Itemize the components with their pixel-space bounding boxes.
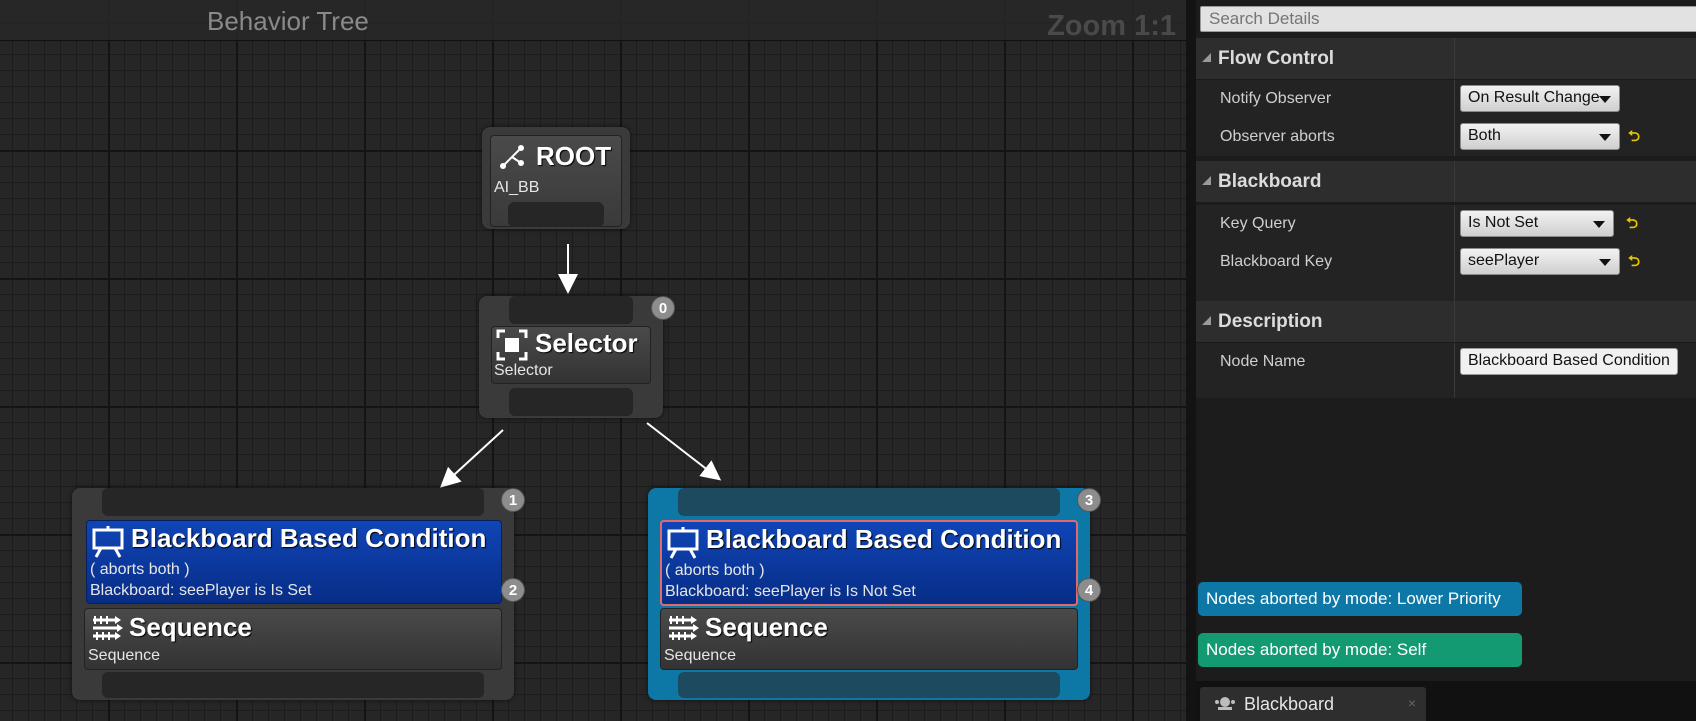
- left-sequence-title: Sequence: [129, 612, 252, 642]
- blackboard-key-value: seePlayer: [1468, 252, 1540, 269]
- root-output-pin[interactable]: [508, 202, 604, 227]
- root-title: ROOT: [536, 141, 612, 171]
- selector-input-pin[interactable]: [509, 296, 633, 324]
- key-query-value: Is Not Set: [1468, 214, 1539, 231]
- root-subtitle: AI_BB: [494, 179, 540, 196]
- selector-index-badge: 0: [651, 296, 675, 320]
- left-index-badge: 1: [501, 488, 525, 512]
- chevron-down-icon: [1599, 259, 1611, 266]
- blackboard-key-label: Blackboard Key: [1220, 253, 1333, 270]
- category-blackboard-label: Blackboard: [1218, 171, 1322, 192]
- sequence-icon: [93, 616, 123, 640]
- tab-bar: Blackboard ×: [1196, 681, 1696, 721]
- details-panel: Flow Control Notify Observer On Result C…: [1196, 0, 1696, 721]
- column-divider: [1454, 343, 1455, 398]
- right-decorator-condition: Blackboard: seePlayer is Is Not Set: [665, 583, 916, 600]
- left-branch-node[interactable]: Blackboard Based Condition ( aborts both…: [72, 488, 514, 700]
- selector-subtitle: Selector: [494, 362, 553, 379]
- reset-to-default-icon[interactable]: ⮌: [1628, 251, 1640, 276]
- right-index-badge: 3: [1077, 488, 1101, 512]
- right-sequence-subtitle: Sequence: [664, 647, 737, 664]
- search-details-input[interactable]: [1200, 6, 1696, 32]
- tab-blackboard-label: Blackboard: [1244, 694, 1335, 714]
- right-branch-node[interactable]: Blackboard Based Condition ( aborts both…: [648, 488, 1090, 700]
- blackboard-icon: [667, 527, 699, 559]
- tab-blackboard[interactable]: Blackboard ×: [1200, 687, 1426, 721]
- legend-lower-priority: Nodes aborted by mode: Lower Priority: [1198, 582, 1522, 616]
- selector-icon: [496, 329, 528, 361]
- chevron-down-icon: [1593, 221, 1605, 228]
- collapse-arrow-icon[interactable]: [1202, 316, 1211, 325]
- left-decorator-aborts: ( aborts both ): [90, 561, 190, 578]
- left-sequence[interactable]: Sequence Sequence: [84, 608, 502, 670]
- observer-aborts-dropdown[interactable]: Both: [1460, 123, 1620, 150]
- chevron-down-icon: [1599, 96, 1611, 103]
- chevron-down-icon: [1599, 134, 1611, 141]
- column-divider: [1454, 301, 1455, 342]
- row-blackboard-key: Blackboard Key seePlayer ⮌: [1196, 243, 1696, 281]
- node-name-label: Node Name: [1220, 353, 1306, 370]
- behavior-tree-graph[interactable]: Behavior Tree Zoom 1:1 ROOT AI_BB Select…: [0, 0, 1186, 721]
- root-node[interactable]: ROOT AI_BB: [482, 127, 630, 229]
- legend-self: Nodes aborted by mode: Self: [1198, 633, 1522, 667]
- edge-selector-left: [440, 429, 504, 488]
- reset-to-default-icon[interactable]: ⮌: [1626, 213, 1638, 238]
- row-key-query: Key Query Is Not Set ⮌: [1196, 205, 1696, 243]
- row-spacer: [1196, 281, 1696, 301]
- sequence-icon: [669, 616, 699, 640]
- selector-title: Selector: [535, 328, 638, 358]
- selector-node[interactable]: Selector Selector: [479, 296, 663, 418]
- collapse-arrow-icon[interactable]: [1202, 176, 1211, 185]
- right-decorator[interactable]: Blackboard Based Condition ( aborts both…: [660, 520, 1078, 606]
- category-description[interactable]: Description: [1196, 301, 1696, 343]
- notify-observer-label: Notify Observer: [1220, 90, 1332, 107]
- category-description-label: Description: [1218, 311, 1323, 332]
- column-divider: [1454, 161, 1455, 202]
- panel-splitter[interactable]: [1186, 0, 1196, 721]
- key-query-label: Key Query: [1220, 215, 1296, 232]
- left-decorator-title: Blackboard Based Condition: [131, 523, 487, 553]
- close-icon[interactable]: ×: [1408, 695, 1416, 711]
- column-divider: [1454, 205, 1455, 243]
- row-observer-aborts: Observer aborts Both ⮌: [1196, 118, 1696, 156]
- column-divider: [1454, 38, 1455, 79]
- observer-aborts-value: Both: [1468, 127, 1501, 144]
- column-divider: [1454, 80, 1455, 118]
- left-input-pin[interactable]: [102, 488, 484, 516]
- row-node-name: Node Name Blackboard Based Condition: [1196, 343, 1696, 398]
- column-divider: [1454, 281, 1455, 301]
- column-divider: [1454, 118, 1455, 156]
- row-notify-observer: Notify Observer On Result Change: [1196, 80, 1696, 118]
- observer-aborts-label: Observer aborts: [1220, 128, 1335, 145]
- selector-output-pin[interactable]: [509, 388, 633, 416]
- node-name-input[interactable]: Blackboard Based Condition: [1460, 348, 1678, 375]
- right-sequence[interactable]: Sequence Sequence: [660, 608, 1078, 670]
- notify-observer-value: On Result Change: [1468, 89, 1600, 106]
- edge-selector-right: [646, 422, 722, 481]
- right-decorator-index-badge: 4: [1077, 578, 1101, 602]
- category-flow-control-label: Flow Control: [1218, 48, 1335, 69]
- right-decorator-aborts: ( aborts both ): [665, 562, 765, 579]
- left-decorator[interactable]: Blackboard Based Condition ( aborts both…: [86, 520, 502, 604]
- reset-to-default-icon[interactable]: ⮌: [1628, 126, 1640, 151]
- column-divider: [1454, 243, 1455, 281]
- category-blackboard[interactable]: Blackboard: [1196, 161, 1696, 203]
- blackboard-key-dropdown[interactable]: seePlayer: [1460, 248, 1620, 275]
- category-flow-control[interactable]: Flow Control: [1196, 38, 1696, 80]
- left-sequence-subtitle: Sequence: [88, 647, 161, 664]
- collapse-arrow-icon[interactable]: [1202, 53, 1211, 62]
- blackboard-icon: [92, 526, 124, 558]
- right-decorator-title: Blackboard Based Condition: [706, 524, 1062, 554]
- left-decorator-condition: Blackboard: seePlayer is Is Set: [90, 582, 312, 599]
- blackboard-tab-icon: [1215, 697, 1235, 710]
- left-decorator-index-badge: 2: [501, 578, 525, 602]
- right-sequence-title: Sequence: [705, 612, 828, 642]
- left-output-pin[interactable]: [102, 672, 484, 698]
- key-query-dropdown[interactable]: Is Not Set: [1460, 210, 1614, 237]
- right-output-pin[interactable]: [678, 672, 1060, 698]
- right-input-pin[interactable]: [678, 488, 1060, 516]
- root-tree-icon: [500, 145, 524, 169]
- notify-observer-dropdown[interactable]: On Result Change: [1460, 85, 1620, 112]
